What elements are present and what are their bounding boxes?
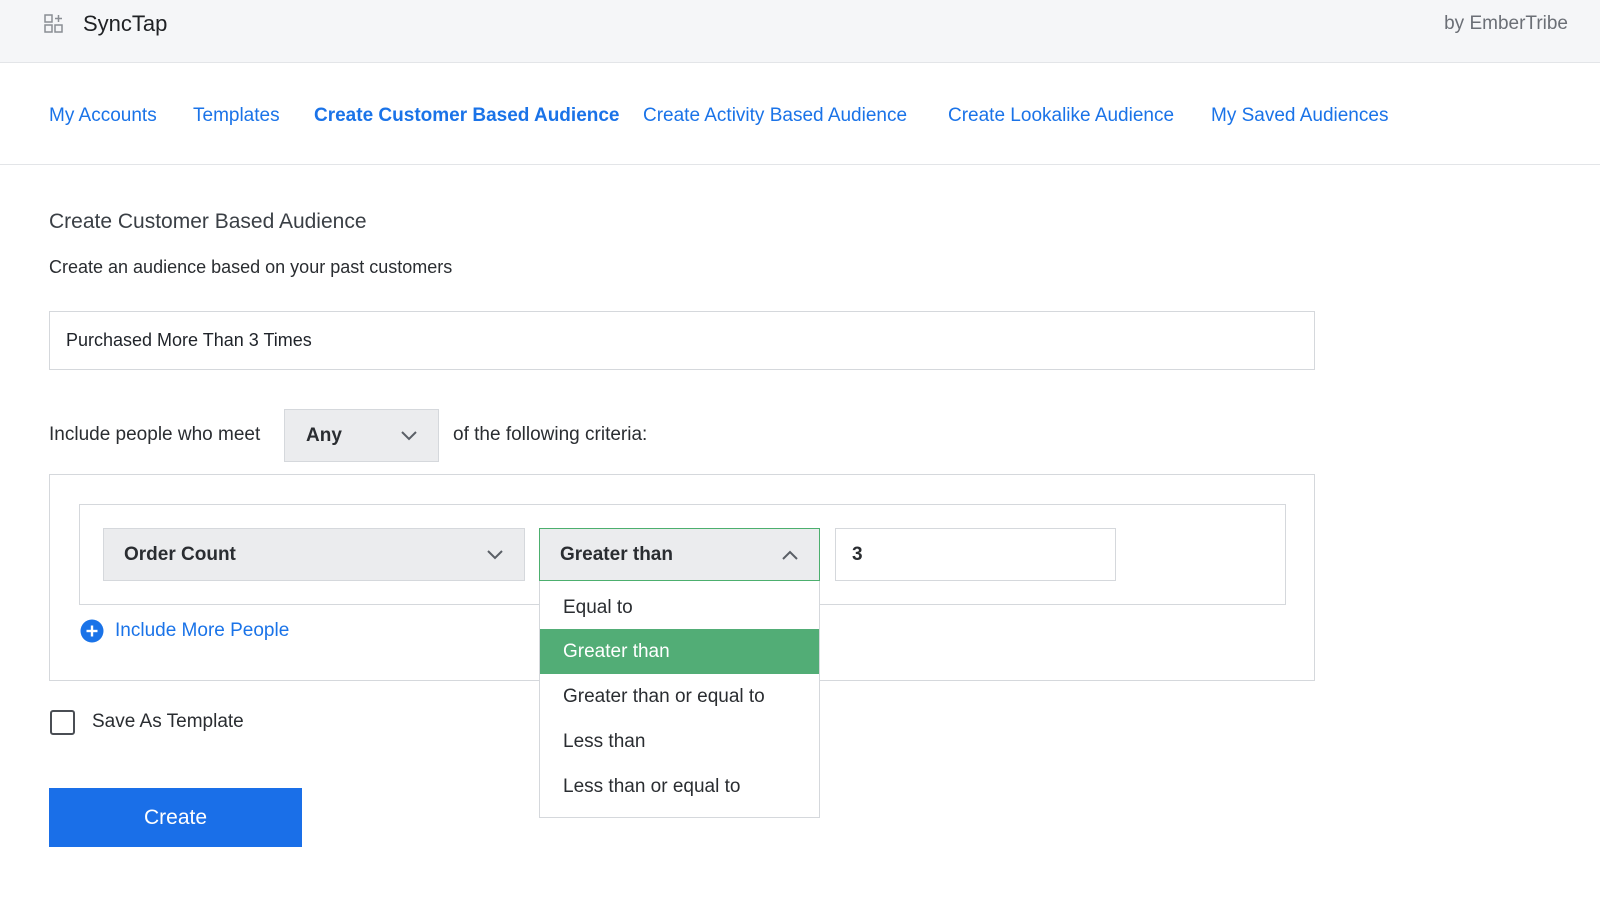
plus-circle-icon (80, 619, 104, 643)
rule-field-select[interactable]: Order Count (103, 528, 525, 581)
audience-name-input[interactable] (49, 311, 1315, 370)
match-type-select[interactable]: Any (284, 409, 439, 462)
page-subtitle: Create an audience based on your past cu… (49, 257, 453, 277)
app-title: SyncTap (83, 11, 168, 36)
chevron-down-icon (487, 550, 503, 560)
chevron-down-icon (401, 431, 417, 441)
include-more-people-label: Include More People (115, 620, 290, 641)
grid-icon (44, 14, 63, 33)
byline: by EmberTribe (1444, 13, 1568, 34)
nav-create-lookalike-audience[interactable]: Create Lookalike Audience (948, 105, 1174, 127)
rule-field-value: Order Count (124, 544, 236, 565)
save-as-template-label: Save As Template (92, 711, 244, 732)
operator-option-equal-to[interactable]: Equal to (540, 585, 819, 630)
main-nav: My Accounts Templates Create Customer Ba… (0, 63, 1600, 165)
operator-option-less-than[interactable]: Less than (540, 719, 819, 764)
page-title: Create Customer Based Audience (49, 210, 367, 233)
chevron-up-icon (782, 550, 798, 560)
match-type-value: Any (306, 425, 342, 446)
nav-my-saved-audiences[interactable]: My Saved Audiences (1211, 105, 1388, 127)
nav-create-customer-based-audience[interactable]: Create Customer Based Audience (314, 105, 620, 127)
top-bar: SyncTap by EmberTribe (0, 0, 1600, 63)
include-prefix-label: Include people who meet (49, 424, 261, 445)
nav-templates[interactable]: Templates (193, 105, 280, 127)
rule-operator-select[interactable]: Greater than (539, 528, 820, 581)
include-suffix-label: of the following criteria: (453, 424, 648, 445)
create-button[interactable]: Create (49, 788, 302, 847)
rule-operator-value: Greater than (560, 544, 673, 565)
rule-value-input[interactable] (835, 528, 1116, 581)
operator-dropdown-menu: Equal to Greater than Greater than or eq… (539, 581, 820, 818)
operator-option-less-than-or-equal-to[interactable]: Less than or equal to (540, 764, 819, 809)
nav-my-accounts[interactable]: My Accounts (49, 105, 157, 127)
operator-option-greater-than[interactable]: Greater than (540, 629, 819, 674)
nav-create-activity-based-audience[interactable]: Create Activity Based Audience (643, 105, 907, 127)
operator-option-greater-than-or-equal-to[interactable]: Greater than or equal to (540, 674, 819, 719)
save-as-template-checkbox[interactable] (50, 710, 75, 735)
